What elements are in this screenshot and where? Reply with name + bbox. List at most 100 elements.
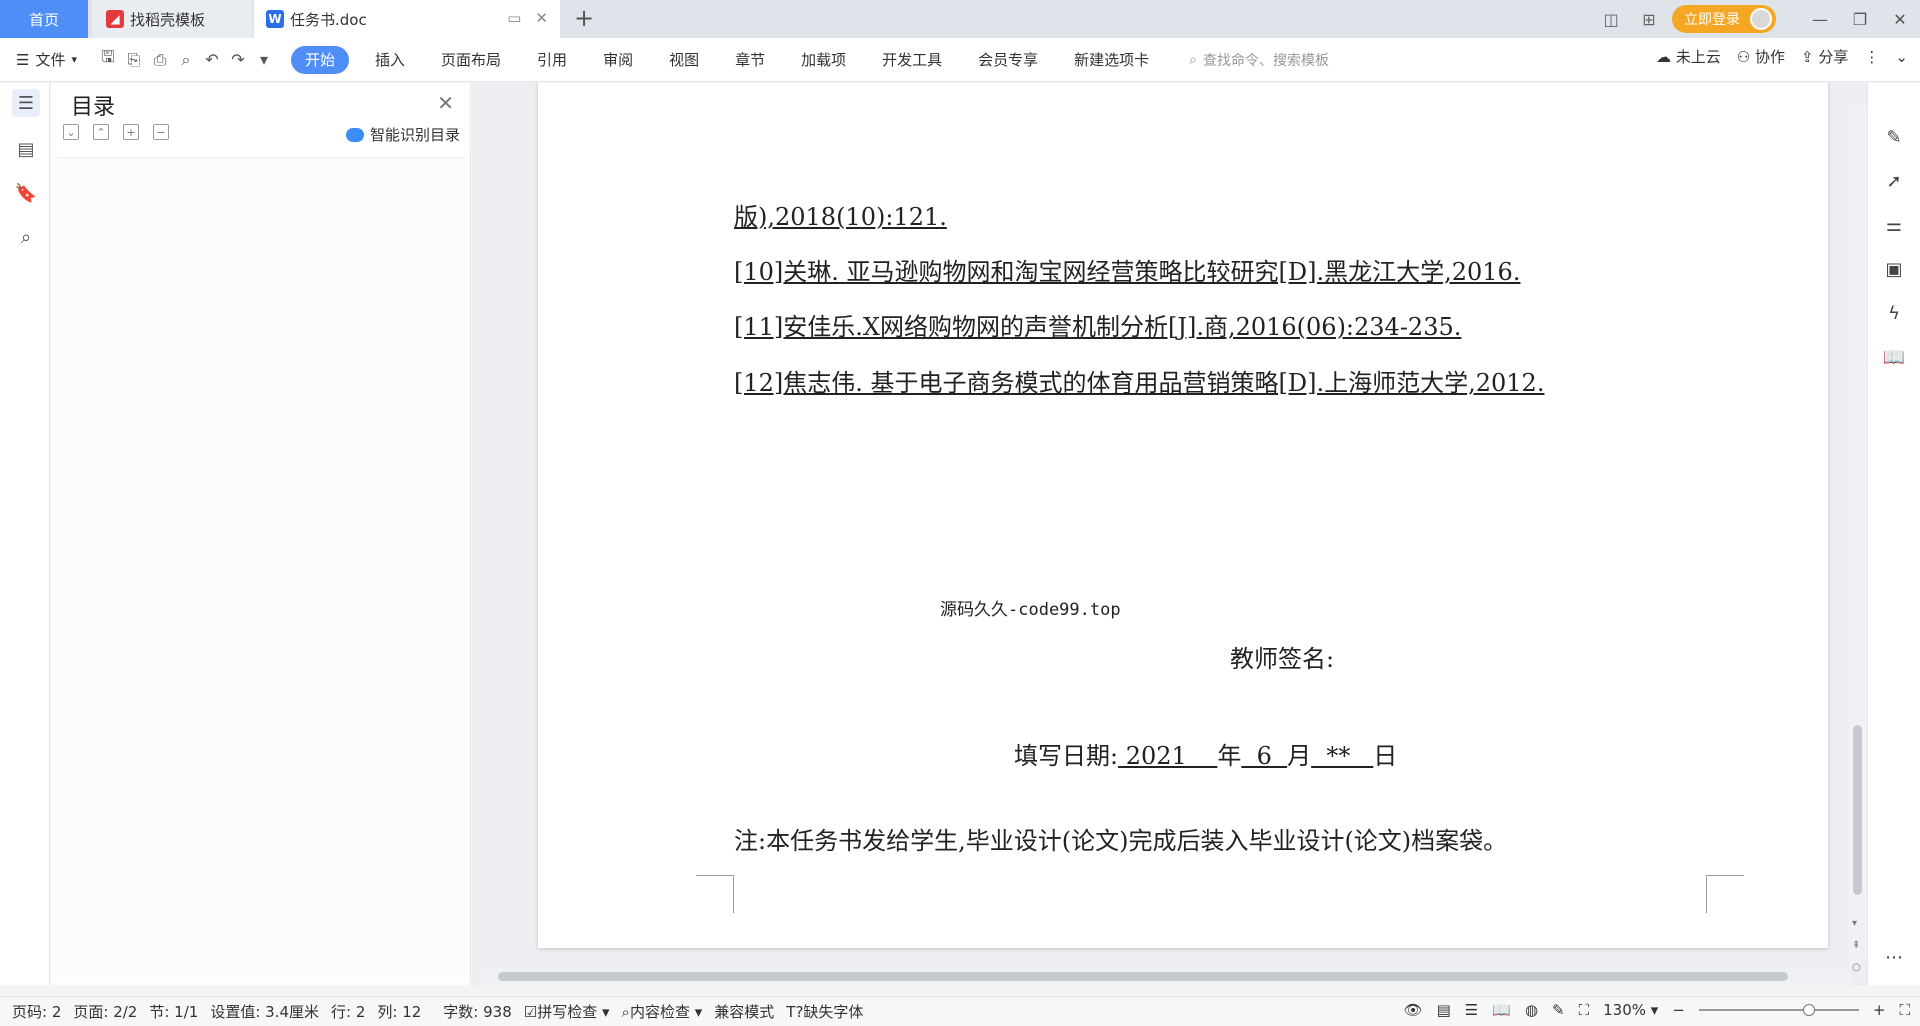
select-cursor-icon[interactable]: ➚ [1880,167,1908,195]
more-quick-access-icon[interactable]: ▾ [251,47,277,73]
close-window-button[interactable]: ✕ [1880,10,1920,29]
zoom-out-button[interactable]: − [1672,1001,1685,1019]
status-col[interactable]: 列: 12 [377,1001,421,1022]
page-view-icon[interactable]: ▤ [1437,1001,1451,1019]
ribbon-tab-9[interactable]: 会员专享 [968,46,1048,74]
date-label: 填写日期: [1014,742,1119,770]
ribbon-tab-3[interactable]: 引用 [527,46,577,74]
ribbon-tab-0[interactable]: 开始 [291,45,350,74]
share-button[interactable]: ⇪ 分享 [1801,46,1848,67]
adjust-sliders-icon[interactable]: ⚌ [1880,211,1908,239]
eye-protection-icon[interactable]: 👁 [1404,1001,1423,1019]
ribbon-tabs: 开始 插入 页面布局 引用 审阅 视图 章节 加载项 开发工具 会员专享 新建选项卡 [283,45,1167,74]
layout-toggle-icon[interactable]: ◫ [1596,8,1626,30]
spell-check-button[interactable]: ☑拼写检查 ▾ [524,1001,610,1022]
cloud-icon: ☁ [1656,48,1671,66]
search-placeholder: 查找命令、搜索模板 [1203,52,1330,69]
collaborate-button[interactable]: ⚇ 协作 [1737,46,1785,67]
content-check-button[interactable]: ⌕内容检查 ▾ [622,1001,703,1022]
zoom-slider[interactable] [1698,1004,1859,1016]
tab-document[interactable]: W 任务书.doc ▭ ✕ [254,0,560,38]
image-tool-icon[interactable]: ▣ [1880,255,1908,283]
more-options-icon[interactable]: ⋮ [1864,48,1879,66]
status-page-number[interactable]: 页码: 2 [12,1001,61,1022]
check-icon: ☑ [523,1003,538,1021]
tab-template[interactable]: ◢ 找稻壳模板 [92,0,252,38]
page-nav-arrows[interactable]: ▾⇞○⇟ [1852,913,1861,985]
horizontal-scrollbar[interactable] [480,967,1850,985]
collapse-ribbon-icon[interactable]: ⌄ [1895,48,1908,66]
toc-panel: 目录 ✕ ⌄ ⌃ + − 智能识别目录 [51,83,471,985]
print-icon[interactable]: ⎙ [147,47,173,73]
smart-toc-button[interactable]: 智能识别目录 [345,124,460,145]
ribbon-tab-7[interactable]: 加载项 [791,46,856,74]
write-mode-icon[interactable]: ✎ [1552,1001,1565,1019]
cloud-status[interactable]: ☁ 未上云 [1656,46,1721,67]
ribbon-tab-6[interactable]: 章节 [725,46,775,74]
ribbon-tab-5[interactable]: 视图 [659,46,709,74]
collapse-all-icon[interactable]: ⌃ [93,124,109,140]
zoom-slider-knob[interactable] [1803,1004,1816,1016]
titlebar-controls: ◫ ⊞ 立即登录 — ❐ ✕ [1596,0,1920,38]
command-search[interactable]: ⌕ 查找命令、搜索模板 [1189,50,1329,70]
toc-panel-icon[interactable]: ☰ [12,89,40,117]
save-icon[interactable]: 🖫 [95,47,121,73]
toc-title: 目录 [71,95,116,120]
share-label: 分享 [1818,48,1849,66]
hamburger-icon: ☰ [16,50,30,69]
date-day-unit: 日 [1373,742,1398,770]
status-section[interactable]: 节: 1/1 [149,1001,198,1022]
pen-icon[interactable]: ✎ [1880,123,1908,151]
status-row[interactable]: 行: 2 [331,1001,365,1022]
zoom-in-button[interactable]: + [1873,1001,1886,1019]
chevron-down-icon: ▾ [71,53,77,66]
close-tab-icon[interactable]: ✕ [535,9,548,27]
lightning-icon[interactable]: ϟ [1880,299,1908,327]
pin-window-icon[interactable]: ▭ [507,9,521,27]
vertical-scroll-thumb[interactable] [1853,725,1862,895]
new-tab-button[interactable]: + [574,4,594,32]
zoom-level[interactable]: 130% ▾ [1603,1001,1658,1019]
minimize-button[interactable]: — [1800,10,1840,29]
add-heading-icon[interactable]: + [123,124,139,140]
collaborate-label: 协作 [1755,48,1786,66]
book-search-icon[interactable]: 📖 [1880,343,1908,371]
expand-all-icon[interactable]: ⌄ [63,124,79,140]
ribbon-tab-1[interactable]: 插入 [365,46,415,74]
export-pdf-icon[interactable]: ⎘ [121,47,147,73]
outline-view-icon[interactable]: ☰ [1465,1001,1478,1019]
ribbon-tab-8[interactable]: 开发工具 [872,46,952,74]
vertical-scrollbar[interactable]: ▾⇞○⇟ [1849,105,1867,985]
more-tools-icon[interactable]: ⋯ [1880,943,1908,971]
find-icon[interactable]: ⌕ [12,223,40,251]
login-button[interactable]: 立即登录 [1672,5,1776,33]
horizontal-scroll-thumb[interactable] [498,972,1788,981]
file-menu[interactable]: ☰ 文件 ▾ [16,46,77,74]
missing-font-button[interactable]: T?缺失字体 [786,1001,863,1022]
restore-button[interactable]: ❐ [1840,10,1880,29]
reading-view-icon[interactable]: 📖 [1492,1001,1511,1019]
document-page[interactable]: 版),2018(10):121. [10]关琳. 亚马逊购物网和淘宝网经营策略比… [538,83,1828,948]
chapter-nav-icon[interactable]: ▤ [12,135,40,163]
ai-icon [345,127,364,142]
web-view-icon[interactable]: ◍ [1525,1001,1538,1019]
apps-grid-icon[interactable]: ⊞ [1634,8,1664,30]
bookmark-icon[interactable]: 🔖 [12,179,40,207]
status-pages[interactable]: 页面: 2/2 [73,1001,137,1022]
print-preview-icon[interactable]: ⌕ [173,47,199,73]
date-month: 6 [1241,742,1288,770]
collaborate-icon: ⚇ [1736,48,1751,66]
close-toc-icon[interactable]: ✕ [437,91,454,115]
status-setting[interactable]: 设置值: 3.4厘米 [210,1001,319,1022]
ribbon-tab-4[interactable]: 审阅 [593,46,643,74]
undo-icon[interactable]: ↶ [199,47,225,73]
remove-heading-icon[interactable]: − [153,124,169,140]
fit-page-icon[interactable]: ⛶ [1579,1001,1590,1019]
fullscreen-icon[interactable]: ⛶ [1899,1001,1910,1019]
ribbon-tab-10[interactable]: 新建选项卡 [1064,46,1159,74]
reference-11: [11]安佳乐.X网络购物网的声誉机制分析[J].商,2016(06):234-… [734,313,1462,341]
redo-icon[interactable]: ↷ [225,47,251,73]
ribbon-tab-2[interactable]: 页面布局 [431,46,511,74]
tab-home[interactable]: 首页 [0,0,88,38]
status-word-count[interactable]: 字数: 938 [443,1001,511,1022]
